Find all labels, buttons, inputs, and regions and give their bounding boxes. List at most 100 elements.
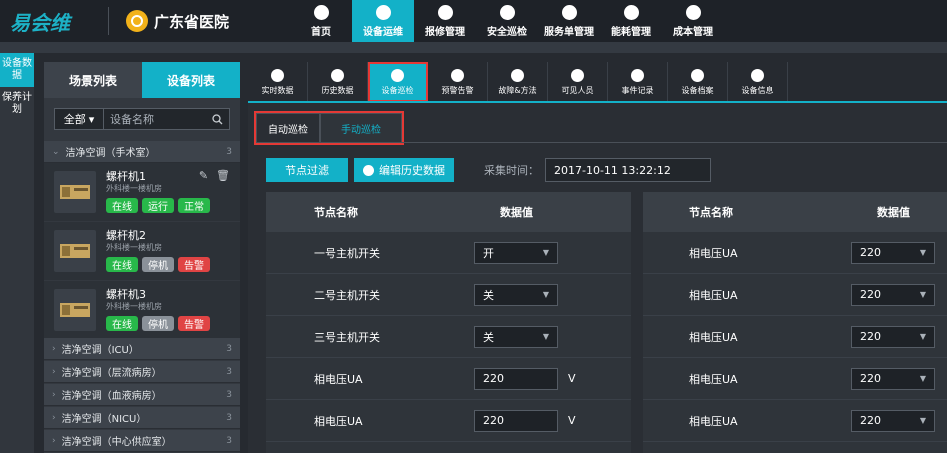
tab-manual-inspection[interactable]: 手动巡检 bbox=[320, 113, 402, 143]
subtab-label: 设备信息 bbox=[741, 85, 774, 95]
realtime-icon bbox=[271, 68, 284, 82]
tab-alarms[interactable]: 预警告警 bbox=[428, 62, 488, 102]
value-select[interactable]: 开 ▼ bbox=[474, 241, 558, 264]
subtab-label: 设备档案 bbox=[681, 85, 714, 95]
nav-device-ops[interactable]: 设备运维 bbox=[352, 0, 414, 42]
nav-label: 能耗管理 bbox=[611, 26, 651, 38]
status-badge: 运行 bbox=[142, 198, 174, 213]
group-label: 洁净空调（中心供应室） bbox=[61, 437, 172, 448]
caret-down-icon: ▼ bbox=[919, 416, 926, 425]
tab-device-info[interactable]: 设备信息 bbox=[728, 62, 788, 102]
nav-energy[interactable]: 能耗管理 bbox=[600, 0, 662, 42]
value-select[interactable]: 关 ▼ bbox=[474, 283, 558, 306]
tab-device-archive[interactable]: 设备档案 bbox=[668, 62, 728, 102]
value-select[interactable]: 220 ▼ bbox=[851, 367, 935, 390]
node-table-left: 节点名称 数据值 一号主机开关开 ▼ 二号主机开关关 ▼ 三号主机开关关 ▼ 相电压UA… bbox=[266, 192, 631, 453]
table-row: 相电压UA 220 V bbox=[266, 358, 631, 400]
tab-auto-inspection[interactable]: 自动巡检 bbox=[256, 113, 320, 143]
select-value: 220 bbox=[860, 330, 881, 343]
device-name: 螺杆机3 bbox=[106, 288, 146, 301]
header-divider bbox=[108, 7, 109, 35]
chevron-right-icon: › bbox=[52, 389, 56, 400]
info-icon bbox=[751, 68, 764, 82]
subtab-label: 故障&方法 bbox=[498, 85, 537, 95]
table-row: 相电压UA 220 ▼ bbox=[643, 316, 947, 358]
search-row: 全部 ▾ 设备名称 bbox=[54, 108, 230, 130]
tab-device-list[interactable]: 设备列表 bbox=[142, 62, 240, 98]
group-label: 洁净空调（手术室） bbox=[65, 148, 156, 159]
caret-down-icon: ▼ bbox=[542, 332, 549, 341]
select-value: 关 bbox=[483, 288, 494, 302]
device-item[interactable]: 螺杆机1 外科楼一楼机房 ✎ 🗑 在线 运行 正常 bbox=[44, 163, 240, 221]
device-item[interactable]: 螺杆机3 外科楼一楼机房 在线 停机 告警 bbox=[44, 281, 240, 339]
group-blood-ward[interactable]: › 洁净空调（血液病房） 3 bbox=[44, 384, 240, 406]
search-icon[interactable] bbox=[212, 113, 223, 125]
tab-rule bbox=[402, 142, 947, 143]
edit-history-button[interactable]: 编辑历史数据 bbox=[354, 158, 454, 182]
collect-time-field[interactable]: 2017-10-11 13:22:12 bbox=[545, 158, 711, 182]
group-operating-room[interactable]: ⌄ 洁净空调（手术室） 3 bbox=[44, 141, 240, 163]
rail-device-data[interactable]: 设备数据 bbox=[0, 53, 34, 87]
value-input[interactable]: 220 bbox=[474, 409, 558, 432]
chevron-down-icon: ⌄ bbox=[52, 146, 60, 157]
nav-service[interactable]: 服务单管理 bbox=[538, 0, 600, 42]
chevron-right-icon: › bbox=[52, 343, 56, 354]
value-select[interactable]: 220 ▼ bbox=[851, 325, 935, 348]
bell-icon bbox=[451, 68, 464, 82]
tab-scene-list[interactable]: 场景列表 bbox=[44, 62, 142, 98]
status-badge: 在线 bbox=[106, 316, 138, 331]
table-row: 一号主机开关开 ▼ bbox=[266, 232, 631, 274]
nav-cost[interactable]: 成本管理 bbox=[662, 0, 724, 42]
table-row: 相电压UA 220 ▼ bbox=[643, 400, 947, 442]
value-input[interactable]: 220 bbox=[474, 367, 558, 390]
tab-device-inspection[interactable]: 设备巡检 bbox=[368, 62, 428, 102]
chevron-right-icon: › bbox=[52, 366, 56, 377]
node-filter-button[interactable]: 节点过滤 bbox=[266, 158, 348, 182]
node-name: 相电压UA bbox=[689, 288, 738, 302]
chevron-right-icon: › bbox=[52, 412, 56, 423]
node-name: 相电压UA bbox=[689, 330, 738, 344]
tab-history-data[interactable]: 历史数据 bbox=[308, 62, 368, 102]
tab-event-log[interactable]: 事件记录 bbox=[608, 62, 668, 102]
tab-visible-people[interactable]: 可见人员 bbox=[548, 62, 608, 102]
group-count: 3 bbox=[226, 435, 232, 446]
device-search-input[interactable]: 设备名称 bbox=[104, 108, 230, 130]
collect-time-label: 采集时间： bbox=[484, 164, 539, 177]
value-select[interactable]: 关 ▼ bbox=[474, 325, 558, 348]
device-item[interactable]: 螺杆机2 外科楼一楼机房 在线 停机 告警 bbox=[44, 222, 240, 280]
nav-safety[interactable]: 安全巡检 bbox=[476, 0, 538, 42]
node-table-right: 节点名称 数据值 相电压UA 220 ▼ 相电压UA 220 ▼ 相电压UA 220 ▼ 相电… bbox=[643, 192, 947, 453]
nav-label: 服务单管理 bbox=[544, 26, 594, 38]
history-icon bbox=[331, 68, 344, 82]
group-nicu[interactable]: › 洁净空调（NICU） 3 bbox=[44, 407, 240, 429]
caret-down-icon: ▼ bbox=[542, 290, 549, 299]
edit-icon bbox=[561, 4, 577, 20]
group-count: 3 bbox=[226, 412, 232, 423]
value-select[interactable]: 220 ▼ bbox=[851, 409, 935, 432]
tab-faults[interactable]: 故障&方法 bbox=[488, 62, 548, 102]
table-row: 相电压UA 220 ▼ bbox=[643, 358, 947, 400]
tab-realtime-data[interactable]: 实时数据 bbox=[248, 62, 308, 102]
table-row: 相电压UA 220 ▼ bbox=[643, 274, 947, 316]
select-value: 220 bbox=[860, 414, 881, 427]
group-icu[interactable]: › 洁净空调（ICU） 3 bbox=[44, 338, 240, 360]
edit-icon[interactable]: ✎ bbox=[199, 169, 208, 182]
group-central-supply[interactable]: › 洁净空调（中心供应室） 3 bbox=[44, 430, 240, 452]
inspection-icon bbox=[391, 68, 404, 82]
group-laminar-ward[interactable]: › 洁净空调（层流病房） 3 bbox=[44, 361, 240, 383]
nav-home[interactable]: 首页 bbox=[290, 0, 352, 42]
value-select[interactable]: 220 ▼ bbox=[851, 241, 935, 264]
value-select[interactable]: 220 ▼ bbox=[851, 283, 935, 306]
group-label: 洁净空调（ICU） bbox=[61, 345, 139, 356]
caret-down-icon: ▼ bbox=[919, 290, 926, 299]
header-value: 数据值 bbox=[877, 206, 910, 219]
rail-maintenance-plan[interactable]: 保养计划 bbox=[0, 87, 34, 121]
delete-icon[interactable]: 🗑 bbox=[216, 169, 230, 182]
device-location: 外科楼一楼机房 bbox=[106, 302, 162, 311]
app-logo[interactable]: 易会维 bbox=[10, 8, 102, 35]
status-badge: 在线 bbox=[106, 198, 138, 213]
status-badge: 正常 bbox=[178, 198, 210, 213]
hospital-selector[interactable]: 广东省医院 bbox=[126, 8, 229, 34]
nav-repair[interactable]: 报修管理 bbox=[414, 0, 476, 42]
scope-dropdown[interactable]: 全部 ▾ bbox=[54, 108, 104, 130]
